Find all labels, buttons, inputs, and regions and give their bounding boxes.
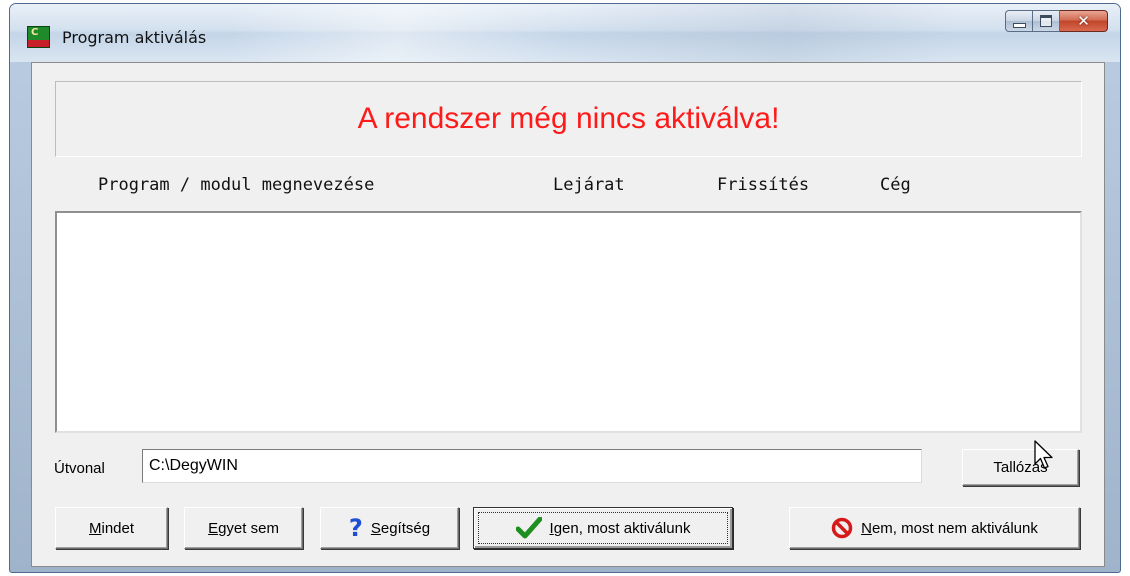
minimize-icon xyxy=(1012,22,1026,28)
close-button[interactable]: ✕ xyxy=(1060,10,1108,32)
do-not-activate-accel: N xyxy=(861,519,872,537)
status-message: A rendszer még nincs aktiválva! xyxy=(357,102,780,135)
no-entry-icon xyxy=(831,517,853,539)
window-title: Program aktiválás xyxy=(62,28,207,47)
title-bar[interactable]: C Program aktiválás ✕ xyxy=(10,4,1120,62)
column-header-update: Frissítés xyxy=(717,175,810,195)
column-header-name: Program / modul megnevezése xyxy=(98,175,375,195)
path-input[interactable] xyxy=(142,449,922,483)
activate-now-button[interactable]: Igen, most aktiválunk xyxy=(473,507,733,549)
checkmark-icon xyxy=(515,517,542,539)
help-accel: S xyxy=(370,519,381,537)
do-not-activate-button[interactable]: Nem, most nem aktiválunk xyxy=(789,507,1080,549)
column-header-company: Cég xyxy=(880,175,911,195)
path-label: Útvonal xyxy=(54,460,105,477)
activation-window: C Program aktiválás ✕ A rendszer még nin… xyxy=(9,3,1121,573)
browse-button[interactable]: Tallózás xyxy=(962,449,1079,486)
window-controls: ✕ xyxy=(1005,10,1108,32)
select-all-label: indet xyxy=(101,519,135,537)
column-header-expiry: Lejárat xyxy=(553,175,625,195)
dialog-client-area: A rendszer még nincs aktiválva! Program … xyxy=(31,62,1105,567)
help-label: egítség xyxy=(380,519,431,537)
app-icon[interactable]: C xyxy=(27,26,50,48)
select-none-label: gyet sem xyxy=(218,519,279,537)
select-none-accel: E xyxy=(208,519,219,537)
select-all-button[interactable]: Mindet xyxy=(55,507,168,549)
close-icon: ✕ xyxy=(1077,12,1090,30)
help-button[interactable]: ? Segítség xyxy=(320,507,459,549)
module-list[interactable] xyxy=(55,211,1082,433)
list-column-headers: Program / modul megnevezése Lejárat Fris… xyxy=(32,175,1102,197)
do-not-activate-label: em, most nem aktiválunk xyxy=(871,519,1038,537)
select-all-accel: M xyxy=(88,519,102,537)
minimize-button[interactable] xyxy=(1005,10,1033,32)
status-banner: A rendszer még nincs aktiválva! xyxy=(55,81,1082,157)
select-none-button[interactable]: Egyet sem xyxy=(184,507,303,549)
mouse-pointer-icon xyxy=(1034,440,1056,475)
maximize-icon xyxy=(1040,15,1052,27)
question-icon: ? xyxy=(348,514,363,542)
activate-now-label: gen, most aktiválunk xyxy=(553,519,691,537)
maximize-button[interactable] xyxy=(1033,10,1060,32)
